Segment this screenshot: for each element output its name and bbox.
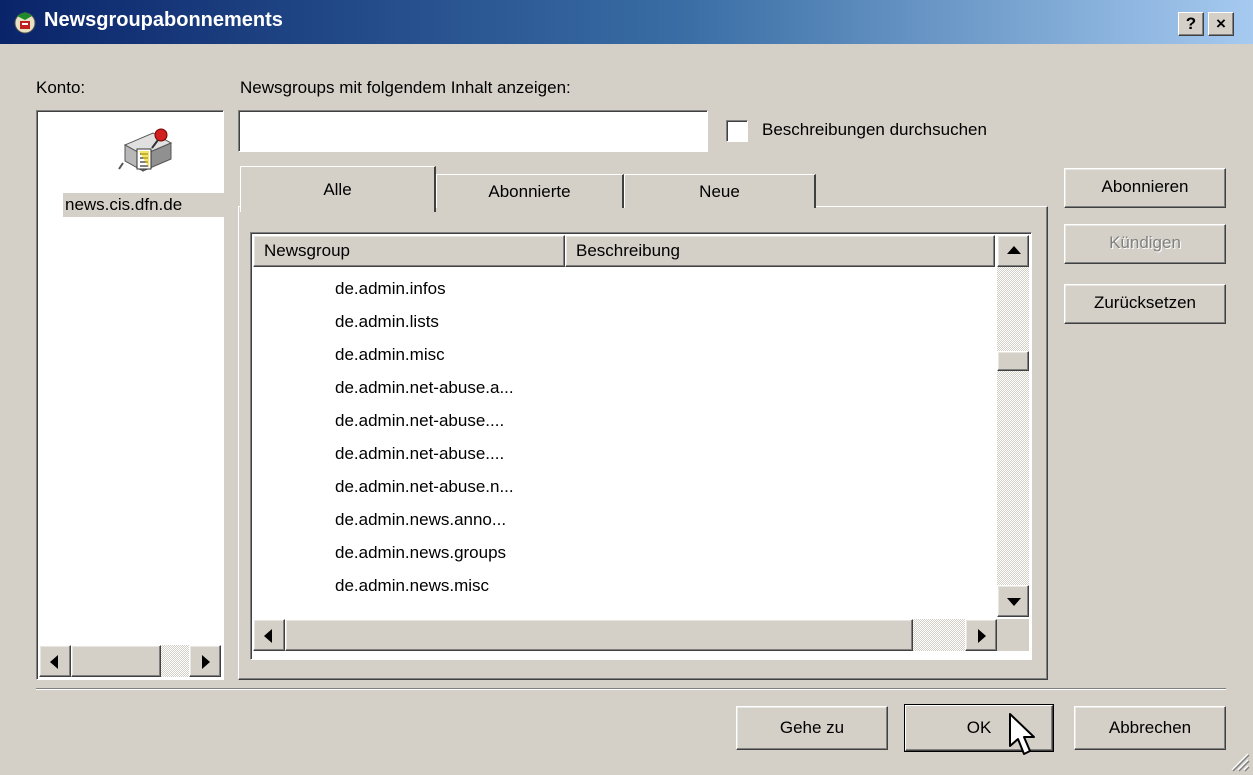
scroll-right-button[interactable] (965, 619, 997, 651)
scroll-thumb[interactable] (285, 619, 913, 651)
scroll-down-button[interactable] (997, 585, 1029, 617)
tab-label: Alle (323, 180, 352, 199)
help-button[interactable]: ? (1178, 12, 1204, 36)
tab-neue[interactable]: Neue (624, 174, 816, 208)
arrow-right-icon (978, 629, 986, 643)
news-server-icon (118, 128, 173, 172)
resize-grip-icon[interactable] (1228, 750, 1250, 772)
scroll-left-button[interactable] (39, 645, 71, 677)
account-label: Konto: (36, 78, 86, 97)
list-item[interactable]: de.admin.misc (335, 345, 445, 365)
separator (36, 688, 1226, 690)
list-item[interactable]: de.admin.net-abuse.n... (335, 477, 514, 497)
scroll-corner (997, 619, 1029, 651)
arrow-up-icon (1007, 246, 1021, 254)
reset-button[interactable]: Zurücksetzen (1064, 284, 1226, 324)
scroll-thumb[interactable] (997, 351, 1029, 371)
account-list[interactable]: news.cis.dfn.de (36, 110, 225, 680)
column-header-label: Beschreibung (576, 241, 680, 260)
filter-label: Newsgroups mit folgendem Inhalt anzeigen… (240, 78, 571, 97)
scroll-thumb[interactable] (71, 645, 161, 677)
search-descriptions-label[interactable]: Beschreibungen durchsuchen (762, 120, 987, 140)
unsubscribe-button[interactable]: Kündigen (1064, 224, 1226, 264)
goto-button[interactable]: Gehe zu (736, 706, 888, 750)
arrow-down-icon (1007, 598, 1021, 606)
filter-input[interactable] (238, 110, 708, 152)
scroll-right-button[interactable] (189, 645, 221, 677)
newsgroup-list[interactable]: Newsgroup Beschreibung de.admin.infos de… (250, 232, 1032, 660)
column-header-newsgroup[interactable]: Newsgroup (253, 235, 565, 267)
list-vscrollbar[interactable] (997, 235, 1029, 617)
list-item[interactable]: de.admin.news.groups (335, 543, 506, 563)
column-header-label: Newsgroup (264, 241, 350, 260)
search-descriptions-checkbox[interactable] (726, 120, 748, 142)
window-title: Newsgroupabonnements (44, 9, 283, 31)
tab-label: Abonnierte (488, 182, 571, 201)
account-server-item[interactable]: news.cis.dfn.de (63, 193, 225, 217)
tab-abonnierte[interactable]: Abonnierte (436, 174, 624, 208)
list-item[interactable]: de.admin.net-abuse.... (335, 444, 504, 464)
column-header-description[interactable]: Beschreibung (565, 235, 995, 267)
mouse-pointer-icon (1009, 713, 1035, 755)
arrow-left-icon (264, 629, 272, 643)
list-hscrollbar[interactable] (253, 619, 997, 651)
list-item[interactable]: de.admin.lists (335, 312, 439, 332)
close-icon: × (1216, 14, 1226, 33)
list-item[interactable]: de.admin.news.anno... (335, 510, 506, 530)
reset-label: Zurücksetzen (1093, 293, 1197, 312)
tab-alle[interactable]: Alle (240, 166, 436, 212)
arrow-left-icon (50, 655, 58, 669)
list-item[interactable]: de.admin.infos (335, 279, 446, 299)
goto-label: Gehe zu (779, 718, 845, 737)
scroll-up-button[interactable] (997, 235, 1029, 267)
subscribe-label: Abonnieren (1101, 177, 1189, 196)
list-item[interactable]: de.admin.net-abuse.... (335, 411, 504, 431)
close-button[interactable]: × (1208, 12, 1234, 36)
cancel-label: Abbrechen (1108, 718, 1192, 737)
list-item[interactable]: de.admin.net-abuse.a... (335, 378, 514, 398)
unsubscribe-label: Kündigen (1109, 233, 1181, 252)
ok-label: OK (966, 718, 992, 737)
newsgroup-app-icon (14, 12, 36, 34)
list-item-partial (335, 611, 425, 617)
arrow-right-icon (202, 655, 210, 669)
list-item[interactable]: de.admin.news.misc (335, 576, 489, 596)
account-hscrollbar[interactable] (39, 645, 221, 677)
tab-label: Neue (699, 182, 740, 201)
scroll-left-button[interactable] (253, 619, 285, 651)
subscribe-button[interactable]: Abonnieren (1064, 168, 1226, 208)
cancel-button[interactable]: Abbrechen (1074, 706, 1226, 750)
